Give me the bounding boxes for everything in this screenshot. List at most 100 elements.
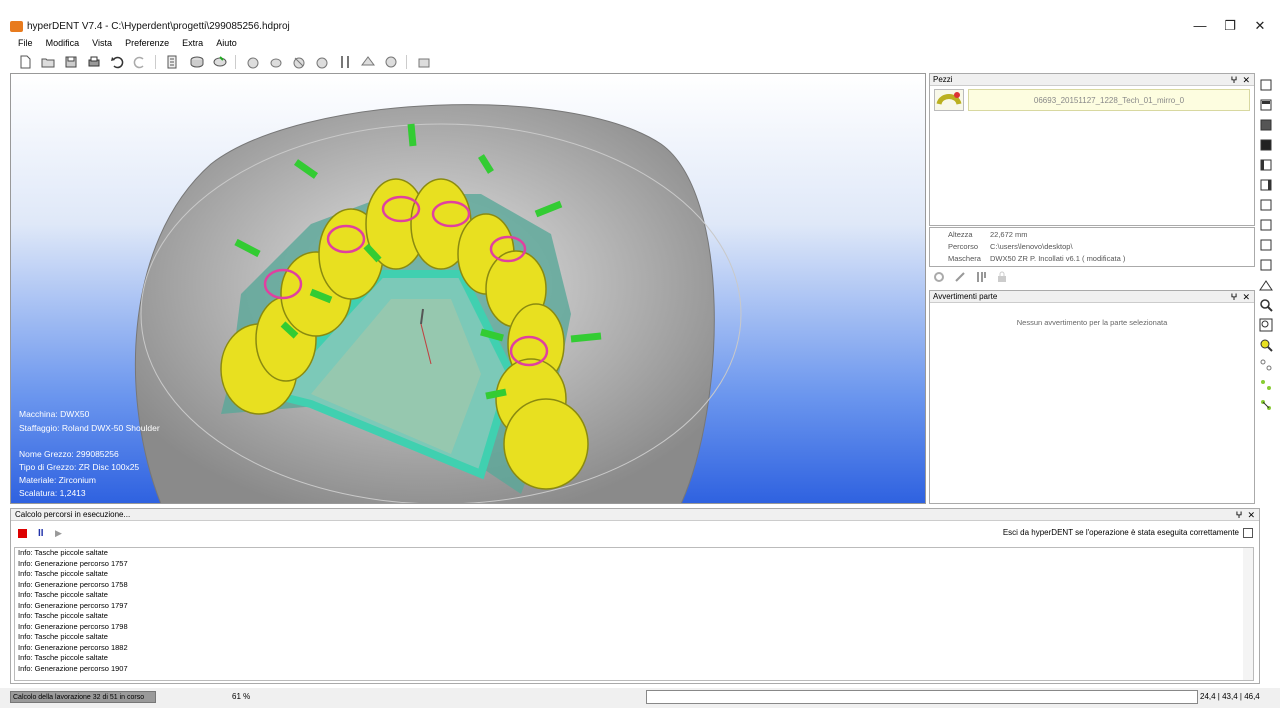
mask-value: DWX50 ZR P. Incollati v6.1 ( modificata …: [990, 254, 1126, 263]
tooth-settings-icon[interactable]: [933, 271, 945, 283]
zoom-fit-icon[interactable]: [1259, 318, 1273, 332]
resume-button[interactable]: ▶: [55, 528, 62, 539]
lock-icon[interactable]: [996, 271, 1008, 283]
view-right-icon[interactable]: [1259, 178, 1273, 192]
pin-icon[interactable]: ⵖ: [1231, 75, 1238, 85]
calculate-toolpath-icon[interactable]: [213, 55, 227, 69]
blank-disc-icon[interactable]: [190, 55, 204, 69]
print-icon[interactable]: [87, 55, 101, 69]
menu-bar: File Modifica Vista Preferenze Extra Aiu…: [0, 36, 1280, 50]
warnings-panel-title: Avvertimenti parte: [933, 292, 998, 301]
view-top-icon[interactable]: [1259, 118, 1273, 132]
close-button[interactable]: ✕: [1245, 16, 1275, 36]
title-bar: hyperDENT V7.4 - C:\Hyperdent\progetti\2…: [0, 0, 1280, 36]
tooth-add-icon[interactable]: [246, 55, 260, 69]
close-icon[interactable]: ✕: [1242, 75, 1250, 85]
stop-button[interactable]: [18, 529, 27, 538]
material-info: Materiale: Zirconium: [19, 475, 96, 485]
menu-aiuto[interactable]: Aiuto: [211, 36, 242, 50]
blank-type-info: Tipo di Grezzo: ZR Disc 100x25: [19, 462, 140, 472]
connector-icon[interactable]: [361, 55, 375, 69]
parts-panel: Pezzi ⵖ ✕ 06693_20151127_1228_Tech_01_mi…: [929, 73, 1255, 226]
cursor-coordinates: 24,4 | 43,4 | 46,4: [1200, 692, 1260, 701]
save-icon[interactable]: [64, 55, 78, 69]
export-icon[interactable]: [417, 55, 431, 69]
log-line: Info: Tasche piccole saltate: [18, 653, 108, 662]
toolpath-calculation-panel: Calcolo percorsi in esecuzione... ⵖ ✕ II…: [10, 508, 1260, 684]
path-display-3-icon[interactable]: [1259, 398, 1273, 412]
minimize-button[interactable]: —: [1185, 16, 1215, 36]
tooth-edit-icon[interactable]: [292, 55, 306, 69]
part-properties: Altezza 22,672 mm Percorso C:\users\leno…: [929, 227, 1255, 267]
sprue-tool-icon[interactable]: [975, 271, 987, 283]
view-left-icon[interactable]: [1259, 158, 1273, 172]
exit-on-success-checkbox[interactable]: [1243, 528, 1253, 538]
menu-file[interactable]: File: [13, 36, 38, 50]
log-line: Info: Generazione percorso 1797: [18, 600, 128, 610]
undo-icon[interactable]: [110, 55, 124, 69]
view-iso-1-icon[interactable]: [1259, 198, 1273, 212]
part-row[interactable]: 06693_20151127_1228_Tech_01_mirro_0: [934, 89, 1252, 111]
view-toolbar: [1257, 78, 1275, 448]
redo-icon[interactable]: [133, 55, 147, 69]
fixture-icon[interactable]: [166, 55, 180, 69]
path-display-2-icon[interactable]: [1259, 378, 1273, 392]
mask-label: Maschera: [948, 254, 981, 263]
menu-preferenze[interactable]: Preferenze: [120, 36, 174, 50]
path-value: C:\users\lenovo\desktop\: [990, 242, 1073, 251]
part-thumbnail-icon: [934, 89, 964, 111]
perspective-icon[interactable]: [1259, 278, 1273, 292]
close-icon[interactable]: ✕: [1242, 292, 1250, 302]
new-file-icon[interactable]: [18, 55, 32, 69]
pause-button[interactable]: II: [38, 529, 47, 539]
zoom-selection-icon[interactable]: [1259, 338, 1273, 352]
height-label: Altezza: [948, 230, 973, 239]
view-iso-4-icon[interactable]: [1259, 258, 1273, 272]
pin-icon[interactable]: ⵖ: [1231, 292, 1238, 302]
log-line: Info: Tasche piccole saltate: [18, 548, 108, 557]
log-line: Info: Generazione percorso 1758: [18, 579, 128, 589]
view-iso-2-icon[interactable]: [1259, 218, 1273, 232]
wand-icon[interactable]: [954, 271, 966, 283]
path-display-icon[interactable]: [1259, 358, 1273, 372]
menu-modifica[interactable]: Modifica: [41, 36, 85, 50]
progress-percent: 61 %: [232, 692, 251, 701]
tooth-rotate-icon[interactable]: [315, 55, 329, 69]
pin-icon[interactable]: ⵖ: [1236, 510, 1243, 520]
log-line: Info: Generazione percorso 1882: [18, 642, 128, 652]
open-folder-icon[interactable]: [41, 55, 55, 69]
log-line: Info: Tasche piccole saltate: [18, 590, 108, 599]
calc-panel-title: Calcolo percorsi in esecuzione...: [15, 510, 131, 519]
part-name[interactable]: 06693_20151127_1228_Tech_01_mirro_0: [968, 89, 1250, 111]
log-scrollbar[interactable]: [1243, 548, 1253, 680]
zoom-icon[interactable]: [1259, 298, 1273, 312]
toolbar: [0, 52, 1280, 72]
3d-viewport[interactable]: Macchina: DWX50 Staffaggio: Roland DWX-5…: [10, 73, 926, 504]
no-warnings-message: Nessun avvertimento per la parte selezio…: [1016, 318, 1168, 327]
status-message-box: [646, 690, 1198, 704]
menu-extra[interactable]: Extra: [177, 36, 208, 50]
window-title: hyperDENT V7.4 - C:\Hyperdent\progetti\2…: [27, 21, 290, 32]
blank-name-info: Nome Grezzo: 299085256: [19, 449, 119, 459]
calc-panel-header: Calcolo percorsi in esecuzione... ⵖ ✕: [11, 509, 1259, 521]
simulation-icon[interactable]: [384, 55, 398, 69]
sprue-icon[interactable]: [338, 55, 352, 69]
part-warnings-panel: Avvertimenti parte ⵖ ✕ Nessun avvertimen…: [929, 290, 1255, 504]
view-front-icon[interactable]: [1259, 78, 1273, 92]
toolbar-separator: [406, 55, 408, 69]
path-label: Percorso: [948, 242, 979, 251]
view-bottom-icon[interactable]: [1259, 138, 1273, 152]
parts-panel-title: Pezzi: [933, 75, 953, 84]
view-iso-3-icon[interactable]: [1259, 238, 1273, 252]
close-icon[interactable]: ✕: [1247, 510, 1255, 520]
log-line: Info: Tasche piccole saltate: [18, 611, 108, 620]
view-back-icon[interactable]: [1259, 98, 1273, 112]
part-tools: [930, 270, 1050, 286]
parts-panel-header: Pezzi ⵖ ✕: [930, 74, 1254, 86]
calculation-log[interactable]: Info: Tasche piccole saltate Info: Gener…: [14, 547, 1254, 681]
height-value: 22,672 mm: [990, 230, 1028, 239]
menu-vista[interactable]: Vista: [87, 36, 117, 50]
maximize-button[interactable]: ❐: [1215, 16, 1245, 36]
tooth-icon[interactable]: [269, 55, 283, 69]
log-line: Info: Tasche piccole saltate: [18, 632, 108, 641]
